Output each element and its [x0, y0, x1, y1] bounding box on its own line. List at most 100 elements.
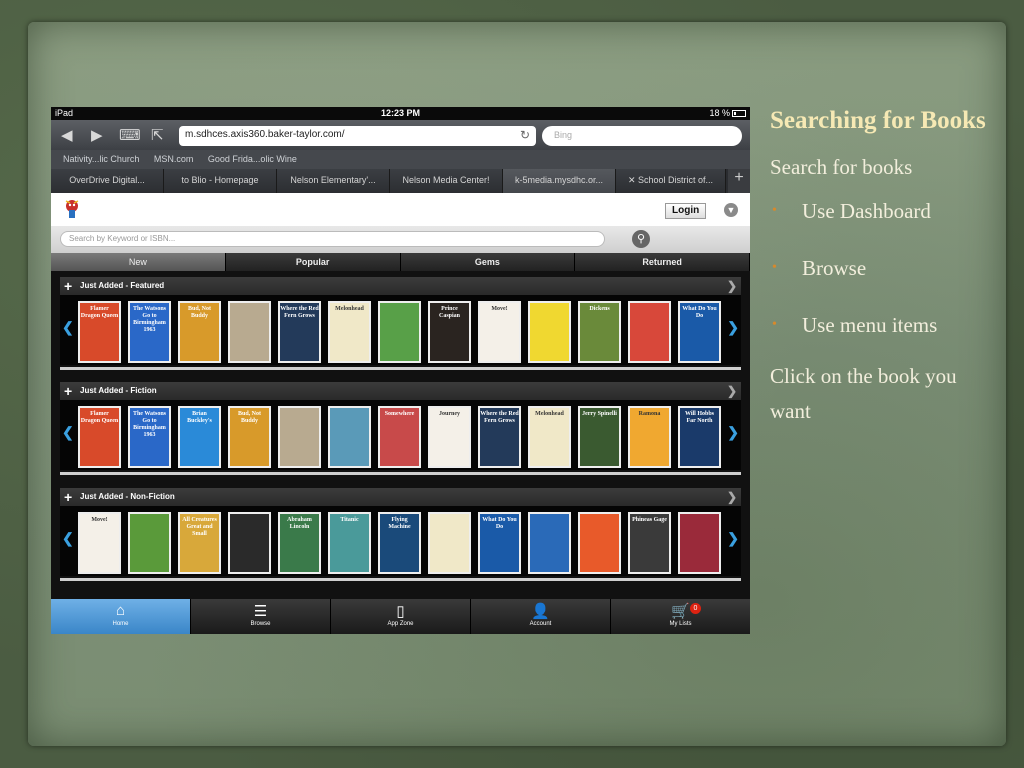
- nav-app-zone[interactable]: ▯ App Zone: [331, 599, 471, 634]
- section-header[interactable]: + Just Added - Fiction ❯: [60, 382, 741, 400]
- book-shelf: ❮ Flamer Dragon Queen The Watsons Go to B…: [60, 400, 741, 470]
- book-cover[interactable]: Brian Buckley's: [178, 406, 221, 468]
- book-cover[interactable]: Abraham Lincoln: [278, 512, 321, 574]
- login-button[interactable]: Login: [665, 203, 707, 219]
- book-cover[interactable]: Melonhead: [528, 406, 571, 468]
- tab-new[interactable]: New: [51, 253, 226, 271]
- book-cover[interactable]: [228, 301, 271, 363]
- tablet-icon: ▯: [396, 603, 405, 620]
- book-shelf: ❮ Move! All Creatures Great and Small Abra…: [60, 506, 741, 576]
- bullet-icon: •: [772, 203, 777, 218]
- book-cover[interactable]: Somewhere: [378, 406, 421, 468]
- book-cover[interactable]: Flamer Dragon Queen: [78, 301, 121, 363]
- book-cover[interactable]: Flamer Dragon Queen: [78, 406, 121, 468]
- book-cover[interactable]: [428, 512, 471, 574]
- book-cover[interactable]: [628, 301, 671, 363]
- nav-home[interactable]: ⌂ Home: [51, 599, 191, 634]
- bookmark-item[interactable]: Nativity...lic Church: [63, 154, 139, 164]
- book-cover[interactable]: What Do You Do: [478, 512, 521, 574]
- book-cover[interactable]: Melonhead: [328, 301, 371, 363]
- book-cover[interactable]: Jerry Spinelli: [578, 406, 621, 468]
- book-cover[interactable]: Where the Red Fern Grows: [478, 406, 521, 468]
- section-header[interactable]: + Just Added - Non-Fiction ❯: [60, 488, 741, 506]
- book-cover[interactable]: What Do You Do: [678, 301, 721, 363]
- book-cover[interactable]: Journey: [428, 406, 471, 468]
- book-cover[interactable]: The Watsons Go to Birmingham 1963: [128, 406, 171, 468]
- nav-browse[interactable]: ☰ Browse: [191, 599, 331, 634]
- chevron-right-icon[interactable]: ❯: [727, 530, 739, 547]
- nav-my-lists[interactable]: 🛒 0 My Lists: [611, 599, 750, 634]
- book-cover[interactable]: Dickens: [578, 301, 621, 363]
- book-cover[interactable]: [678, 512, 721, 574]
- book-cover[interactable]: Bud, Not Buddy: [178, 301, 221, 363]
- book-cover[interactable]: [378, 301, 421, 363]
- chevron-right-icon[interactable]: ❯: [727, 277, 737, 295]
- nav-label: My Lists: [669, 621, 692, 627]
- bookmark-item[interactable]: Good Frida...olic Wine: [208, 154, 297, 164]
- book-cover[interactable]: [578, 512, 621, 574]
- nav-account[interactable]: 👤 Account: [471, 599, 611, 634]
- book-cover[interactable]: [528, 512, 571, 574]
- browser-tab[interactable]: ✕ School District of...: [616, 169, 726, 193]
- book-cover[interactable]: [228, 512, 271, 574]
- nav-label: Browse: [250, 621, 271, 627]
- chevron-right-icon[interactable]: ❯: [727, 424, 739, 441]
- tab-gems[interactable]: Gems: [400, 253, 576, 271]
- back-icon[interactable]: ◀: [61, 126, 73, 144]
- plus-icon[interactable]: +: [64, 277, 72, 295]
- bookmarks-icon[interactable]: ⌨: [119, 126, 141, 144]
- chevron-right-icon[interactable]: ❯: [727, 319, 739, 336]
- browser-tab[interactable]: k-5media.mysdhc.or...: [503, 169, 616, 193]
- book-cover[interactable]: [278, 406, 321, 468]
- book-cover[interactable]: Phineas Gage: [628, 512, 671, 574]
- book-cover[interactable]: The Watsons Go to Birmingham 1963: [128, 301, 171, 363]
- plus-icon[interactable]: +: [64, 382, 72, 400]
- battery-icon: [732, 110, 746, 117]
- chevron-left-icon[interactable]: ❮: [62, 530, 74, 547]
- browser-tab[interactable]: to Blio - Homepage: [164, 169, 277, 193]
- book-cover[interactable]: All Creatures Great and Small: [178, 512, 221, 574]
- book-cover[interactable]: Will Hobbs Far North: [678, 406, 721, 468]
- search-icon[interactable]: ⚲: [632, 230, 650, 248]
- share-icon[interactable]: ⇱: [151, 126, 164, 144]
- browser-tab[interactable]: OverDrive Digital...: [51, 169, 164, 193]
- browser-tab-label: School District of...: [638, 175, 714, 185]
- tab-popular[interactable]: Popular: [225, 253, 401, 271]
- chevron-right-icon[interactable]: ❯: [727, 382, 737, 400]
- book-cover[interactable]: Prince Caspian: [428, 301, 471, 363]
- book-cover[interactable]: Bud, Not Buddy: [228, 406, 271, 468]
- book-shelf: ❮ Flamer Dragon Queen The Watsons Go to B…: [60, 295, 741, 365]
- new-tab-button[interactable]: +: [728, 169, 750, 193]
- plus-icon[interactable]: +: [64, 488, 72, 506]
- tab-returned[interactable]: Returned: [575, 253, 750, 271]
- book-covers: Move! All Creatures Great and Small Abraha…: [78, 512, 728, 574]
- slide-paragraph: Search for books: [770, 155, 913, 179]
- book-cover[interactable]: [528, 301, 571, 363]
- book-cover[interactable]: Ramona: [628, 406, 671, 468]
- chevron-left-icon[interactable]: ❮: [62, 424, 74, 441]
- book-cover[interactable]: [328, 406, 371, 468]
- book-covers: Flamer Dragon Queen The Watsons Go to Bir…: [78, 406, 728, 468]
- search-field[interactable]: Bing: [542, 126, 742, 146]
- search-input[interactable]: Search by Keyword or ISBN...: [60, 231, 605, 247]
- cart-icon: 🛒: [671, 603, 690, 620]
- url-field[interactable]: m.sdhces.axis360.baker-taylor.com/ ↻: [179, 126, 536, 146]
- book-cover[interactable]: Move!: [78, 512, 121, 574]
- book-cover[interactable]: Where the Red Fern Grows: [278, 301, 321, 363]
- section-fiction: + Just Added - Fiction ❯ ❮ Flamer Dragon…: [60, 382, 741, 475]
- chevron-left-icon[interactable]: ❮: [62, 319, 74, 336]
- bottom-nav: ⌂ Home ☰ Browse ▯ App Zone 👤 Account 🛒 0…: [51, 599, 750, 634]
- browser-tab[interactable]: Nelson Media Center!: [390, 169, 503, 193]
- chevron-right-icon[interactable]: ❯: [727, 488, 737, 506]
- book-cover[interactable]: Flying Machine: [378, 512, 421, 574]
- book-cover[interactable]: Titanic: [328, 512, 371, 574]
- chevron-down-icon[interactable]: ▼: [724, 203, 738, 217]
- user-icon: 👤: [531, 603, 550, 620]
- section-header[interactable]: + Just Added - Featured ❯: [60, 277, 741, 295]
- book-cover[interactable]: Move!: [478, 301, 521, 363]
- browser-tab[interactable]: Nelson Elementary'...: [277, 169, 390, 193]
- book-cover[interactable]: [128, 512, 171, 574]
- forward-icon[interactable]: ▶: [91, 126, 103, 144]
- reload-icon[interactable]: ↻: [520, 128, 530, 142]
- bookmark-item[interactable]: MSN.com: [154, 154, 194, 164]
